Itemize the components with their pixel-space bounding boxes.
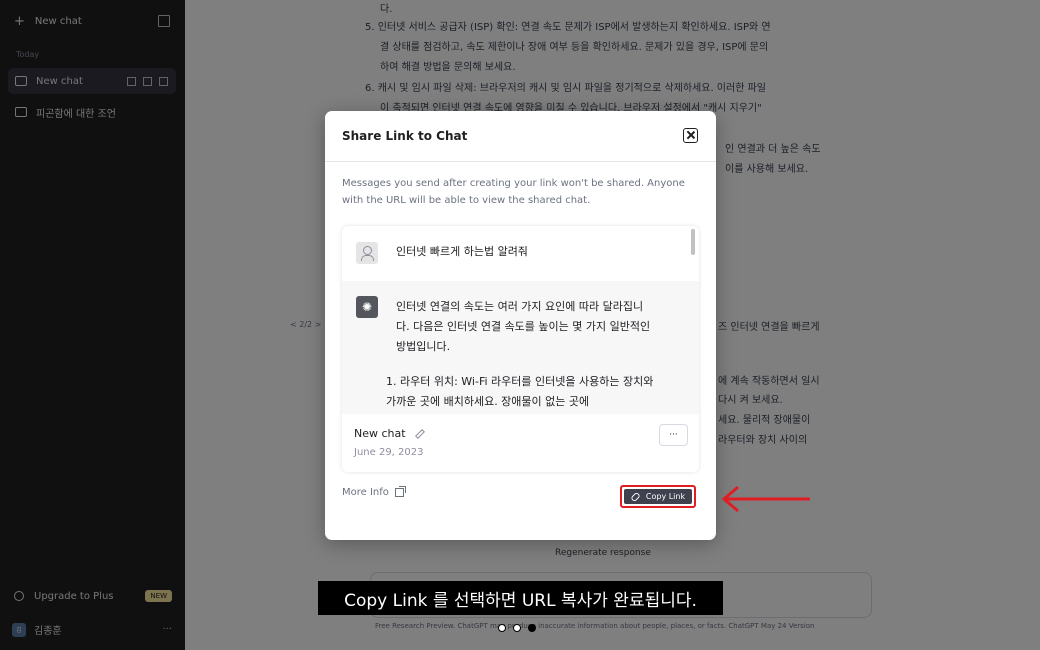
user-avatar-icon <box>356 242 378 264</box>
dialog-title: Share Link to Chat <box>342 129 468 143</box>
more-options-button[interactable]: ··· <box>659 424 688 446</box>
dialog-description: Messages you send after creating your li… <box>342 178 685 206</box>
step-dot[interactable] <box>498 624 506 632</box>
preview-footer: New chat June 29, 2023 ··· <box>342 414 699 472</box>
chat-title-text: New chat <box>354 427 406 440</box>
link-icon <box>630 491 641 502</box>
chat-title: New chat <box>354 427 426 440</box>
user-message: 인터넷 빠르게 하는법 알려줘 <box>342 226 699 281</box>
copy-link-button[interactable]: Copy Link <box>624 489 692 504</box>
pencil-icon[interactable] <box>415 429 426 439</box>
chat-date: June 29, 2023 <box>354 447 424 458</box>
copy-link-label: Copy Link <box>645 492 686 501</box>
red-arrow-icon <box>721 485 810 513</box>
openai-logo-icon: ✺ <box>356 296 378 318</box>
step-dot[interactable] <box>513 624 521 632</box>
more-info-label: More Info <box>342 487 389 498</box>
step-pager <box>498 624 536 632</box>
external-link-icon <box>394 486 406 497</box>
assistant-message: ✺ 인터넷 연결의 속도는 여러 가지 요인에 따라 달라집니다. 다음은 인터… <box>342 281 699 416</box>
assistant-list-item: 1. 라우터 위치: Wi-Fi 라우터를 인터넷을 사용하는 장치와 가까운 … <box>386 375 654 408</box>
chat-preview: 인터넷 빠르게 하는법 알려줘 ✺ 인터넷 연결의 속도는 여러 가지 요인에 … <box>342 226 699 472</box>
step-dot-active[interactable] <box>528 624 536 632</box>
preview-scrollbar[interactable] <box>691 229 695 255</box>
close-icon[interactable] <box>683 128 698 143</box>
copy-link-highlight: Copy Link <box>620 485 696 508</box>
tutorial-caption: Copy Link 를 선택하면 URL 복사가 완료됩니다. <box>318 581 723 615</box>
share-link-dialog: Share Link to Chat Messages you send aft… <box>325 111 716 540</box>
dialog-header: Share Link to Chat <box>325 111 716 162</box>
more-info-link[interactable]: More Info <box>342 486 406 498</box>
user-message-text: 인터넷 빠르게 하는법 알려줘 <box>396 245 528 258</box>
assistant-message-text: 인터넷 연결의 속도는 여러 가지 요인에 따라 달라집니다. 다음은 인터넷 … <box>396 300 651 353</box>
